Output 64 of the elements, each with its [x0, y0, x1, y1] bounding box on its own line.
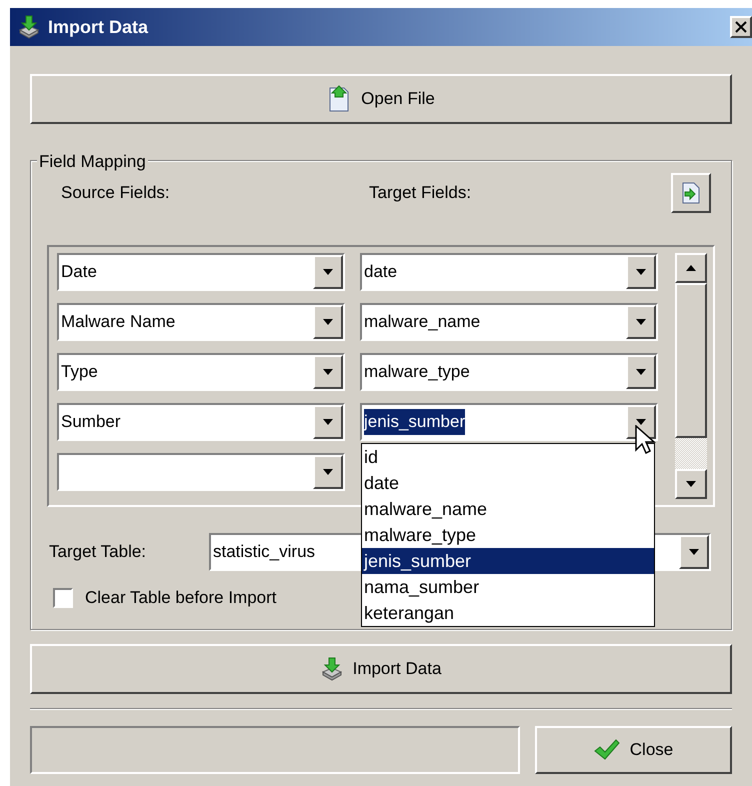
download-tray-icon	[18, 15, 40, 39]
checkmark-icon	[594, 739, 620, 761]
dropdown-option[interactable]: malware_name	[362, 496, 654, 522]
scroll-down-icon	[686, 481, 696, 487]
dropdown-option[interactable]: malware_type	[362, 522, 654, 548]
combo-value: malware_type	[364, 361, 470, 384]
combo-value: jenis_sumber	[364, 409, 466, 435]
caret-icon	[689, 549, 699, 555]
scrollbar[interactable]	[675, 253, 707, 499]
combo-box[interactable]: Date	[57, 253, 345, 291]
combo-value: Date	[61, 261, 97, 284]
combo-value: Sumber	[61, 411, 121, 434]
close-dialog-button[interactable]: Close	[535, 726, 732, 774]
combo-box[interactable]: Sumber	[57, 403, 345, 441]
column-label: Source Fields:	[61, 182, 171, 204]
dropdown-button[interactable]	[313, 405, 343, 439]
dropdown-button[interactable]	[626, 255, 656, 289]
close-button[interactable]	[730, 16, 752, 38]
column-label: Target Fields:	[369, 182, 472, 204]
combo-value: Type	[61, 361, 98, 384]
caret-icon	[636, 319, 646, 325]
checkbox-label: Clear Table before Import	[85, 587, 277, 609]
dropdown-button[interactable]	[313, 255, 343, 289]
scroll-up-icon	[686, 265, 696, 271]
combo-box[interactable]: Malware Name	[57, 303, 345, 341]
combo-value: Malware Name	[61, 311, 176, 334]
target-table-label: Target Table:	[49, 541, 148, 564]
caret-icon	[636, 269, 646, 275]
caret-icon	[323, 469, 333, 475]
caret-icon	[636, 369, 646, 375]
window-title: Import Data	[48, 16, 148, 39]
combo-value: date	[364, 261, 398, 284]
combo-value: statistic_virus	[213, 541, 316, 564]
dropdown-option[interactable]: nama_sumber	[362, 574, 654, 600]
file-upload-icon	[327, 85, 352, 113]
import-data-button[interactable]: Import Data	[30, 644, 732, 694]
combo-value: malware_name	[364, 311, 480, 334]
caret-icon	[323, 369, 333, 375]
dropdown-button[interactable]	[679, 535, 709, 569]
dropdown-option[interactable]: jenis_sumber	[362, 548, 654, 574]
dropdown-button[interactable]	[626, 305, 656, 339]
caret-icon	[323, 319, 333, 325]
dropdown-button[interactable]	[313, 355, 343, 389]
dropdown-option[interactable]: date	[362, 470, 654, 496]
caret-icon	[323, 269, 333, 275]
caret-icon	[323, 419, 333, 425]
dropdown-option[interactable]: keterangan	[362, 600, 654, 626]
checkbox[interactable]	[53, 588, 73, 608]
download-tray-icon	[320, 657, 343, 681]
open-file-button[interactable]: Open File	[30, 74, 732, 124]
dropdown-button[interactable]	[626, 355, 656, 389]
dropdown-option[interactable]: id	[362, 444, 654, 470]
file-arrow-icon	[681, 181, 701, 205]
combo-box[interactable]	[57, 453, 345, 491]
dropdown-button[interactable]	[313, 455, 343, 489]
combo-box[interactable]: malware_type	[360, 353, 658, 391]
dropdown-button[interactable]	[313, 305, 343, 339]
combo-box[interactable]: Type	[57, 353, 345, 391]
close-icon	[735, 21, 747, 33]
combo-box[interactable]: malware_name	[360, 303, 658, 341]
mapping-button[interactable]	[671, 173, 711, 213]
scroll-thumb[interactable]	[675, 283, 707, 438]
combo-box[interactable]: date	[360, 253, 658, 291]
combo-box[interactable]: jenis_sumber	[360, 403, 658, 441]
